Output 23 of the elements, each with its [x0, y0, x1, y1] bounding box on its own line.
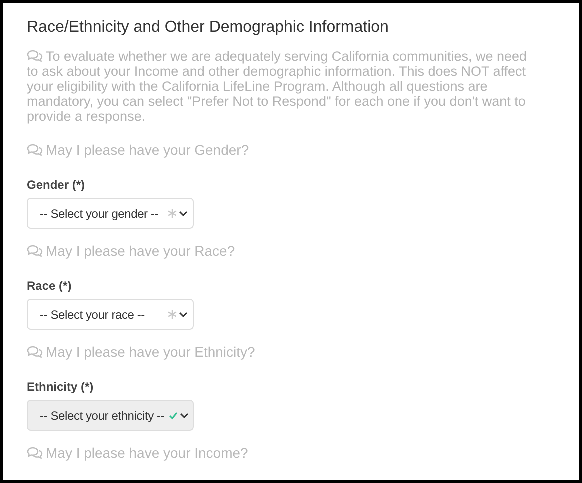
chat-icon — [27, 144, 43, 156]
asterisk-icon — [168, 209, 177, 218]
field-label: Gender (*) — [27, 178, 86, 192]
chevron-down-icon — [179, 210, 188, 216]
question-prompt: May I please have your Race? — [46, 243, 236, 259]
select-dropdown[interactable]: -- Select your gender -- — [27, 198, 194, 229]
chat-icon — [27, 244, 43, 258]
chevron-down-icon — [179, 312, 188, 318]
section-title: Race/Ethnicity and Other Demographic Information — [27, 19, 389, 37]
select-dropdown[interactable]: -- Select your race -- — [27, 299, 194, 330]
question-prompt: May I please have your Income? — [46, 445, 248, 461]
chat-icon — [27, 446, 43, 460]
chat-icon — [27, 346, 43, 358]
chat-icon — [27, 50, 43, 63]
question-prompt: May I please have your Ethnicity? — [46, 344, 256, 360]
chevron-down-icon — [180, 412, 189, 418]
checkmark-icon — [168, 412, 178, 420]
select-dropdown[interactable]: -- Select your ethnicity -- — [27, 400, 194, 431]
question-prompt: May I please have your Gender? — [46, 142, 250, 158]
asterisk-icon — [168, 310, 177, 319]
intro-paragraph: To evaluate whether we are adequately serving California communities, we need to ask about your Income and other demographic information. This does NOT affect your eligibility with the California LifeLine Program. Although all questions are mandatory, you can select "Prefer Not to Respond" for each one if you don't want to provide a response. — [27, 49, 528, 124]
field-label: Ethnicity (*) — [27, 380, 94, 394]
field-label: Race (*) — [27, 279, 72, 293]
